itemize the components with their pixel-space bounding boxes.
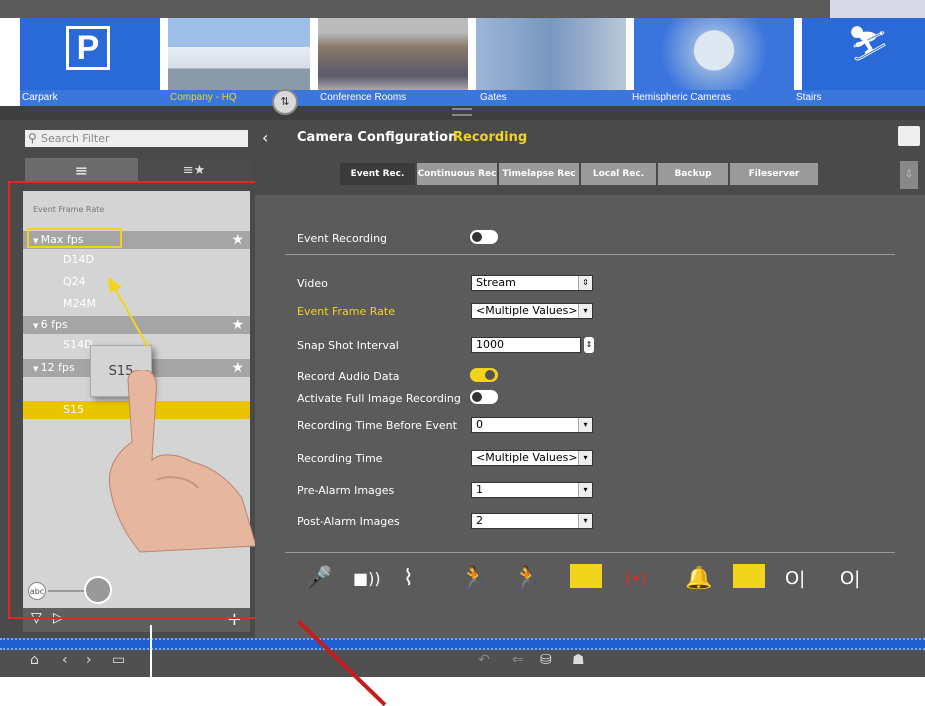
snap-shot-interval-value: 1000: [476, 338, 504, 351]
full-image-recording-label: Activate Full Image Recording: [297, 392, 461, 405]
tab-favorites-view[interactable]: ≡★: [138, 158, 250, 183]
video-select-value: Stream: [476, 276, 516, 289]
post-alarm-images-value: 2: [476, 514, 483, 527]
tab-continuous-rec[interactable]: Continuous Rec: [417, 163, 497, 185]
annotation-red-frame: [8, 181, 268, 619]
group-label-carpark: Carpark: [22, 92, 58, 103]
top-bar: [0, 0, 925, 18]
camera-groups-bar: P ⛷ Carpark Company - HQ Conference Room…: [20, 18, 925, 106]
top-corner-panel: [830, 0, 925, 18]
record-audio-label: Record Audio Data: [297, 370, 400, 383]
event-frame-rate-select[interactable]: <Multiple Values> ▾: [471, 303, 593, 319]
select-arrow-icon: ▾: [578, 418, 592, 432]
motion-runner-outline-icon[interactable]: 🏃: [513, 560, 540, 598]
snap-shot-interval-label: Snap Shot Interval: [297, 339, 399, 352]
alarm-signal-icon[interactable]: (•): [625, 560, 647, 598]
event-icons-row: 🎤 ■)) ⌇ 🏃 🏃 (•) 🔔 O| O|: [285, 560, 895, 598]
group-label-hemispheric-cameras: Hemispheric Cameras: [632, 92, 731, 103]
group-bar-separator: [0, 106, 925, 120]
camera-view-icon[interactable]: ▭: [112, 652, 125, 668]
tab-timelapse-rec[interactable]: Timelapse Rec: [499, 163, 579, 185]
pre-alarm-images-label: Pre-Alarm Images: [297, 484, 395, 497]
full-image-recording-toggle[interactable]: [470, 390, 498, 404]
select-arrow-icon: ▾: [578, 483, 592, 497]
select-arrow-icon: ▾: [578, 304, 592, 318]
signal-pulse-icon[interactable]: ⌇: [403, 560, 414, 598]
divider: [285, 254, 895, 255]
time-before-event-value: 0: [476, 418, 483, 431]
sort-toggle-button[interactable]: ⇅: [272, 89, 298, 115]
forward-icon[interactable]: ›: [86, 652, 92, 668]
parking-icon: P: [66, 26, 110, 70]
tab-backup[interactable]: Backup: [658, 163, 728, 185]
stepper-icon[interactable]: ⇕: [584, 337, 594, 353]
user-settings-icon[interactable]: ☗: [572, 652, 585, 668]
recording-time-label: Recording Time: [297, 452, 383, 465]
select-arrow-icon: ▾: [578, 514, 592, 528]
stairs-icon: ⛷: [847, 24, 891, 64]
time-before-event-label: Recording Time Before Event: [297, 419, 457, 432]
video-select[interactable]: Stream ⇕: [471, 275, 593, 291]
select-arrow-icon: ⇕: [578, 276, 592, 290]
record-audio-toggle[interactable]: [470, 368, 498, 382]
page-subtitle: Recording: [453, 130, 528, 145]
recording-time-value: <Multiple Values>: [476, 451, 578, 464]
group-hemispheric-cameras[interactable]: [634, 18, 794, 90]
video-label: Video: [297, 277, 328, 290]
pre-alarm-images-value: 1: [476, 483, 483, 496]
bell-icon[interactable]: 🔔: [685, 560, 712, 598]
select-arrow-icon: ▾: [578, 451, 592, 465]
group-label-conference-rooms: Conference Rooms: [320, 92, 407, 103]
group-carpark[interactable]: P: [20, 18, 160, 90]
undo-icon[interactable]: ↶: [478, 652, 490, 668]
group-stairs[interactable]: ⛷: [802, 18, 925, 90]
event-recording-toggle[interactable]: [470, 230, 498, 244]
edit-document-icon[interactable]: [898, 126, 920, 146]
mail-icon[interactable]: [570, 564, 602, 588]
tab-scroll-down-icon[interactable]: ⇩: [900, 161, 918, 189]
output-switch-icon[interactable]: O|: [785, 560, 805, 598]
divider: [285, 552, 895, 553]
resize-handle-icon[interactable]: [452, 108, 472, 116]
home-icon[interactable]: ⌂: [30, 652, 39, 668]
search-icon: ⚲: [28, 131, 37, 145]
group-label-band: [20, 90, 925, 106]
group-conference-rooms[interactable]: [318, 18, 468, 90]
bottom-toolbar: [0, 650, 925, 677]
back-icon[interactable]: ‹: [62, 652, 68, 668]
recording-time-select[interactable]: <Multiple Values> ▾: [471, 450, 593, 466]
group-company-hq[interactable]: [168, 18, 310, 90]
status-dots-bar: [0, 638, 925, 650]
redo-icon[interactable]: ⇐: [512, 652, 524, 668]
post-alarm-images-label: Post-Alarm Images: [297, 515, 400, 528]
group-label-company-hq: Company - HQ: [170, 92, 237, 103]
event-frame-rate-value: <Multiple Values>: [476, 304, 578, 317]
tab-local-rec[interactable]: Local Rec.: [581, 163, 656, 185]
pre-alarm-images-select[interactable]: 1 ▾: [471, 482, 593, 498]
search-input[interactable]: Search Filter: [25, 130, 248, 147]
group-label-gates: Gates: [480, 92, 507, 103]
event-recording-label: Event Recording: [297, 232, 388, 245]
group-gates[interactable]: [476, 18, 626, 90]
motion-runner-icon[interactable]: 🏃: [460, 560, 487, 598]
post-alarm-images-select[interactable]: 2 ▾: [471, 513, 593, 529]
camera-sound-icon[interactable]: ■)): [353, 560, 381, 598]
group-label-stairs: Stairs: [796, 92, 822, 103]
recording-form: [285, 213, 895, 553]
annotation-white-line: [150, 625, 152, 677]
tab-list-view[interactable]: ≡: [25, 158, 138, 183]
event-frame-rate-label: Event Frame Rate: [297, 305, 396, 318]
page-title: Camera Configuration: [297, 130, 458, 145]
time-before-event-select[interactable]: 0 ▾: [471, 417, 593, 433]
tab-fileserver[interactable]: Fileserver: [730, 163, 818, 185]
mail-icon[interactable]: [733, 564, 765, 588]
snap-shot-interval-input[interactable]: 1000: [471, 337, 581, 353]
output-switch-icon[interactable]: O|: [840, 560, 860, 598]
database-icon[interactable]: ⛁: [540, 652, 552, 668]
tab-event-rec[interactable]: Event Rec.: [340, 163, 415, 185]
microphone-icon[interactable]: 🎤: [305, 560, 332, 598]
back-chevron-icon[interactable]: ‹: [262, 128, 268, 147]
